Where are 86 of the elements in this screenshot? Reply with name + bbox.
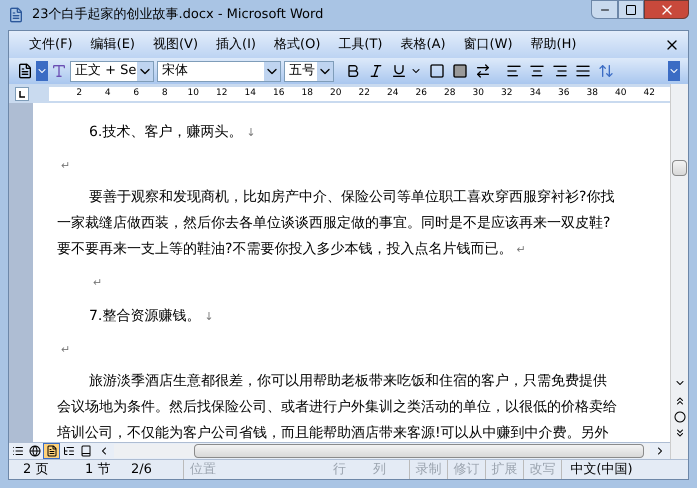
menu-item[interactable]: 帮助(H)	[528, 34, 578, 54]
ruler-number: 38	[586, 89, 599, 98]
status-text: 2/6	[130, 460, 153, 479]
status-text: 改写	[523, 460, 561, 480]
menu-item[interactable]: 插入(I)	[214, 34, 258, 54]
paragraph-line: 培训公司，不仅能为客户公司省钱，而且能帮助酒店带来客源!可以从中赚到中介费。另外	[57, 425, 609, 441]
paragraph-mark: ↵	[516, 243, 526, 256]
paragraph-mark: ↵	[93, 276, 102, 289]
status-text: 修订	[447, 460, 485, 480]
maximize-button[interactable]	[618, 0, 644, 19]
menu-item[interactable]: 表格(A)	[398, 34, 448, 54]
line-spacing-icon[interactable]	[598, 63, 614, 79]
align-right-icon[interactable]	[552, 63, 568, 79]
close-button[interactable]	[644, 0, 689, 19]
status-text: 录制	[409, 460, 447, 480]
status-text: 1 节	[84, 460, 112, 479]
paragraph-mark: ↓	[246, 126, 256, 139]
menu-item[interactable]: 视图(V)	[150, 34, 200, 54]
paragraph-line: 要不要再来一支上等的鞋油?不需要你投入多少本钱，投入点名片钱而已。	[57, 241, 512, 257]
status-text: 列	[373, 460, 387, 479]
style-dropdown[interactable]: 正文 + Se	[70, 60, 154, 82]
view-button[interactable]	[43, 443, 60, 459]
ruler-number: 6	[132, 89, 140, 98]
menu-item[interactable]: 编辑(E)	[88, 34, 137, 54]
ruler-number: 14	[244, 89, 257, 98]
menu-item[interactable]: 文件(F)	[27, 34, 75, 54]
paragraph-line: 会议场地为条件。然后找保险公司、或者进行户外集训之类活动的单位，以很低的价格卖给	[57, 399, 617, 415]
ruler-number: 32	[500, 89, 514, 98]
heading-text: 7.整合资源赚钱。	[89, 308, 200, 324]
view-icon	[80, 445, 92, 457]
ruler-number: 18	[300, 89, 314, 98]
ruler-number: 36	[557, 89, 570, 98]
ruler-number: 12	[215, 89, 228, 98]
ruler-number: 8	[160, 89, 169, 98]
ruler-number: 24	[386, 89, 400, 98]
toolbar-options-icon[interactable]	[36, 61, 48, 81]
ruler-number: 10	[186, 89, 200, 98]
align-center-icon[interactable]	[529, 63, 545, 79]
view-icon	[62, 445, 74, 457]
status-text: 行	[333, 460, 347, 479]
view-icon	[46, 445, 58, 457]
status-text: 位置	[183, 460, 333, 480]
font-size-dropdown[interactable]: 五号	[284, 60, 334, 82]
paragraph-line: 要善于观察和发现商机，比如房产中介、保险公司等单位职工喜欢穿西服穿衬衫?你找	[89, 189, 614, 205]
styles-icon[interactable]	[51, 63, 67, 79]
justify-icon[interactable]	[575, 63, 591, 79]
status-text: 2 页	[22, 460, 50, 479]
menu-item[interactable]: 工具(T)	[336, 34, 384, 54]
paragraph-mark: ↓	[204, 310, 214, 323]
status-text: 中文(中国)	[561, 460, 641, 480]
paragraph-mark: ↵	[61, 159, 70, 172]
window-title: 23个白手起家的创业故事.docx - Microsoft Word	[32, 6, 324, 24]
maximize-icon	[625, 4, 637, 16]
ruler-number: 28	[443, 89, 456, 98]
ruler-number: 30	[472, 89, 485, 98]
align-left-icon[interactable]	[506, 63, 522, 79]
underline-icon[interactable]	[391, 63, 407, 79]
italic-icon[interactable]	[368, 63, 384, 79]
status-text: 扩展	[485, 460, 523, 480]
ruler-number: 34	[528, 89, 542, 98]
ruler-number: 4	[104, 89, 112, 98]
font-dropdown[interactable]: 宋体	[157, 60, 281, 82]
paragraph-line: 一家裁缝店做西装，然后你去各单位谈谈西服定做的事宜。同时是不是应该再来一双皮鞋?	[57, 215, 610, 231]
heading-text: 6.技术、客户，赚两头。	[89, 124, 242, 140]
paragraph-mark: ↵	[61, 343, 70, 356]
ruler-number: 22	[358, 89, 371, 98]
character-scale-icon[interactable]	[475, 63, 491, 79]
ruler-number: 40	[614, 89, 628, 98]
scrollbar-thumb[interactable]	[672, 160, 687, 176]
character-border-icon[interactable]	[429, 63, 445, 79]
ruler-number: 16	[272, 89, 286, 98]
word-document-icon	[8, 7, 24, 23]
ruler-number: 20	[329, 89, 342, 98]
scrollbar-thumb[interactable]	[194, 444, 644, 458]
menu-item[interactable]: 格式(O)	[272, 34, 322, 54]
new-document-icon[interactable]	[17, 63, 33, 79]
view-icon	[28, 445, 40, 457]
menu-item[interactable]: 窗口(W)	[462, 34, 515, 54]
ruler-number: 2	[75, 89, 84, 98]
tab-selector-icon[interactable]	[15, 86, 29, 100]
ruler-number: 42	[642, 89, 656, 98]
toolbar-options-icon[interactable]	[668, 61, 680, 81]
paragraph-line: 旅游淡季酒店生意都很差，你可以用帮助老板带来吃饭和住宿的客户，只需免费提供	[89, 373, 607, 389]
browse-object-icon[interactable]	[674, 411, 686, 423]
ruler-number: 26	[414, 89, 428, 98]
character-shading-icon[interactable]	[452, 63, 468, 79]
